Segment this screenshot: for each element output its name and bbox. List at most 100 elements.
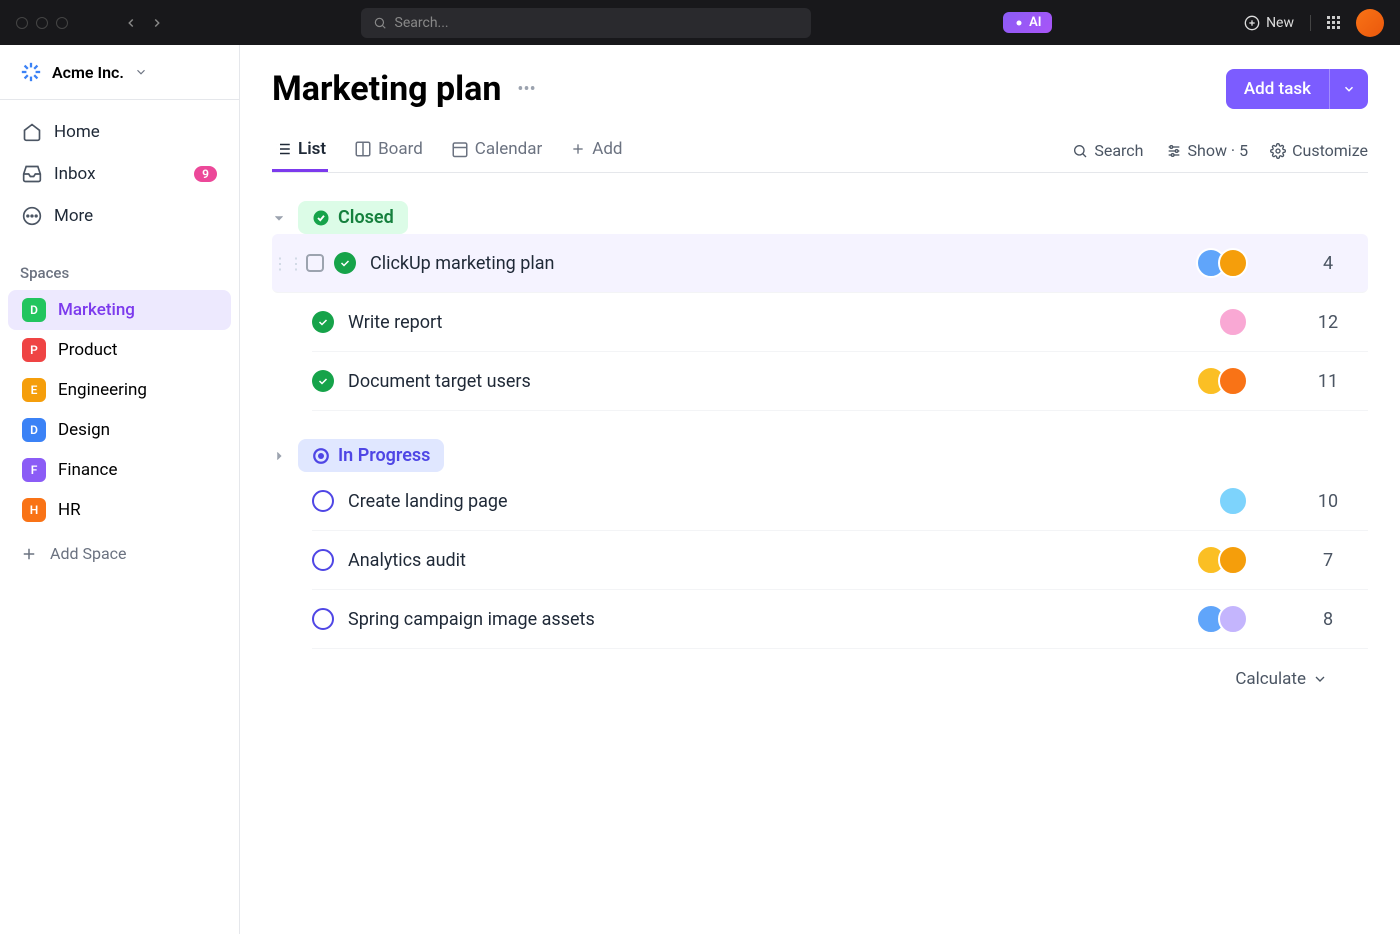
status-open-icon[interactable] bbox=[312, 608, 334, 630]
status-done-icon[interactable] bbox=[312, 311, 334, 333]
view-customize-button[interactable]: Customize bbox=[1270, 141, 1368, 160]
drag-handle-icon[interactable]: ⋮⋮ bbox=[272, 254, 296, 273]
inbox-icon bbox=[22, 164, 42, 184]
plus-icon bbox=[20, 545, 38, 563]
sidebar-item-inbox[interactable]: Inbox 9 bbox=[10, 154, 229, 194]
gear-icon bbox=[1270, 143, 1286, 159]
window-controls bbox=[16, 17, 68, 29]
inbox-badge: 9 bbox=[194, 166, 217, 182]
task-name: Create landing page bbox=[348, 491, 1218, 512]
assignee-avatar[interactable] bbox=[1218, 366, 1248, 396]
space-label: Marketing bbox=[58, 300, 135, 320]
traffic-max[interactable] bbox=[56, 17, 68, 29]
assignee-avatar[interactable] bbox=[1218, 486, 1248, 516]
assignee-avatar[interactable] bbox=[1218, 307, 1248, 337]
sidebar-space-product[interactable]: P Product bbox=[8, 330, 231, 370]
tab-list[interactable]: List bbox=[272, 129, 328, 172]
divider bbox=[1310, 15, 1311, 31]
workspace-name: Acme Inc. bbox=[52, 63, 124, 82]
group-toggle[interactable] bbox=[272, 211, 288, 225]
topbar: Search... AI New bbox=[0, 0, 1400, 45]
new-button[interactable]: New bbox=[1244, 15, 1294, 31]
task-name: Write report bbox=[348, 312, 1218, 333]
chevron-down-icon bbox=[1312, 671, 1328, 687]
assignees bbox=[1196, 366, 1248, 396]
task-row[interactable]: Write report12 bbox=[312, 293, 1368, 352]
nav-forward-button[interactable] bbox=[146, 12, 168, 34]
page-title: Marketing plan bbox=[272, 69, 501, 109]
task-group-progress: In Progress Create landing page10Analyti… bbox=[272, 439, 1368, 649]
sidebar-space-marketing[interactable]: DMarketing bbox=[8, 290, 231, 330]
task-row[interactable]: ⋮⋮ClickUp marketing plan4 bbox=[272, 234, 1368, 293]
view-search-button[interactable]: Search bbox=[1072, 141, 1143, 160]
calendar-icon bbox=[451, 140, 469, 158]
traffic-min[interactable] bbox=[36, 17, 48, 29]
task-name: Analytics audit bbox=[348, 550, 1196, 571]
status-open-icon[interactable] bbox=[312, 490, 334, 512]
assignee-avatar[interactable] bbox=[1218, 604, 1248, 634]
status-open-icon[interactable] bbox=[312, 549, 334, 571]
status-pill[interactable]: In Progress bbox=[298, 439, 444, 472]
assignee-avatar[interactable] bbox=[1218, 248, 1248, 278]
task-name: Spring campaign image assets bbox=[348, 609, 1196, 630]
calculate-button[interactable]: Calculate bbox=[272, 669, 1328, 689]
task-checkbox[interactable] bbox=[306, 254, 324, 272]
view-show-button[interactable]: Show · 5 bbox=[1166, 141, 1249, 160]
search-icon bbox=[1072, 143, 1088, 159]
nav-back-button[interactable] bbox=[120, 12, 142, 34]
tab-calendar[interactable]: Calendar bbox=[449, 129, 544, 172]
space-badge-icon: P bbox=[22, 338, 46, 362]
assignee-avatar[interactable] bbox=[1218, 545, 1248, 575]
tab-board[interactable]: Board bbox=[352, 129, 425, 172]
space-badge-icon: F bbox=[22, 458, 46, 482]
sliders-icon bbox=[1166, 143, 1182, 159]
board-icon bbox=[354, 140, 372, 158]
space-label: Design bbox=[58, 420, 110, 440]
chevron-down-icon bbox=[134, 65, 148, 79]
search-input[interactable]: Search... bbox=[361, 8, 811, 38]
status-label: In Progress bbox=[338, 445, 430, 466]
tab-add-view[interactable]: Add bbox=[568, 129, 624, 172]
status-done-icon[interactable] bbox=[312, 370, 334, 392]
task-group-closed: Closed ⋮⋮ClickUp marketing plan4Write re… bbox=[272, 201, 1368, 411]
workspace-switcher[interactable]: Acme Inc. bbox=[0, 45, 239, 100]
ai-button[interactable]: AI bbox=[1003, 12, 1051, 33]
status-done-icon[interactable] bbox=[334, 252, 356, 274]
traffic-close[interactable] bbox=[16, 17, 28, 29]
status-pill[interactable]: Closed bbox=[298, 201, 408, 234]
more-icon bbox=[22, 206, 42, 226]
home-icon bbox=[22, 122, 42, 142]
space-badge-icon: E bbox=[22, 378, 46, 402]
assignees bbox=[1196, 604, 1248, 634]
sidebar-space-design[interactable]: D Design bbox=[8, 410, 231, 450]
space-badge-icon: D bbox=[22, 418, 46, 442]
add-task-dropdown[interactable] bbox=[1329, 69, 1368, 109]
sidebar-item-more[interactable]: More bbox=[10, 196, 229, 236]
page-menu-button[interactable]: ••• bbox=[517, 79, 535, 100]
plus-circle-icon bbox=[1244, 15, 1260, 31]
search-icon bbox=[373, 16, 387, 30]
sidebar-space-hr[interactable]: HHR bbox=[8, 490, 231, 530]
sidebar-space-engineering[interactable]: EEngineering bbox=[8, 370, 231, 410]
task-row[interactable]: Create landing page10 bbox=[312, 472, 1368, 531]
task-count: 7 bbox=[1288, 550, 1368, 571]
task-count: 8 bbox=[1288, 609, 1368, 630]
apps-icon[interactable] bbox=[1327, 16, 1340, 29]
assignees bbox=[1196, 545, 1248, 575]
task-row[interactable]: Analytics audit 7 bbox=[312, 531, 1368, 590]
task-row[interactable]: Document target users 11 bbox=[312, 352, 1368, 411]
sidebar: Acme Inc. Home Inbox 9 More Spaces DMark… bbox=[0, 45, 240, 934]
sidebar-item-home[interactable]: Home bbox=[10, 112, 229, 152]
task-row[interactable]: Spring campaign image assets 8 bbox=[312, 590, 1368, 649]
user-avatar[interactable] bbox=[1356, 9, 1384, 37]
space-label: HR bbox=[58, 500, 81, 520]
task-name: Document target users bbox=[348, 371, 1196, 392]
assignees bbox=[1218, 486, 1248, 516]
sidebar-space-finance[interactable]: FFinance bbox=[8, 450, 231, 490]
group-toggle[interactable] bbox=[272, 449, 288, 463]
task-count: 11 bbox=[1288, 371, 1368, 392]
workspace-logo-icon bbox=[20, 61, 42, 83]
space-label: Product bbox=[58, 340, 117, 360]
add-space-button[interactable]: Add Space bbox=[0, 534, 239, 573]
add-task-button[interactable]: Add task bbox=[1226, 69, 1329, 109]
